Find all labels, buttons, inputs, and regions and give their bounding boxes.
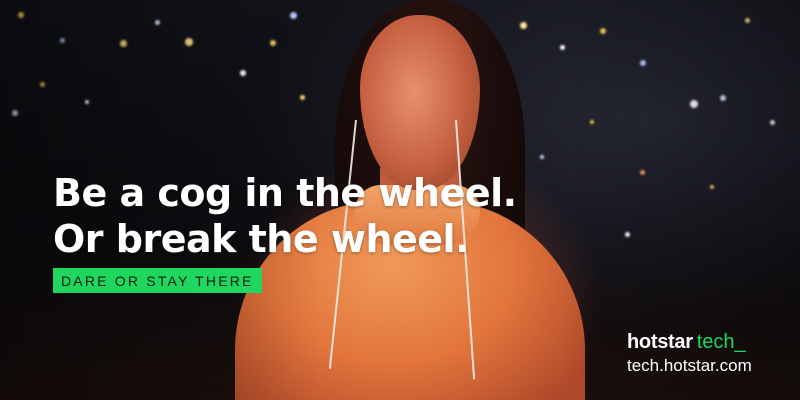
logo-suffix: tech <box>696 331 735 353</box>
hotstar-tech-logo: hotstar tech _ <box>627 331 752 354</box>
headline-line-2: Or break the wheel. <box>53 217 470 261</box>
headline: Be a cog in the wheel. Or break the whee… <box>53 170 517 262</box>
logo-wordmark: hotstar <box>627 331 693 353</box>
tagline-text: DARE OR STAY THERE <box>61 272 254 289</box>
brand-url: tech.hotstar.com <box>627 356 752 375</box>
headline-line-1: Be a cog in the wheel. <box>53 171 517 215</box>
logo-cursor: _ <box>734 331 746 353</box>
brand-block: hotstar tech _ tech.hotstar.com <box>627 331 752 376</box>
ad-banner: Be a cog in the wheel. Or break the whee… <box>0 0 800 400</box>
tagline-badge: DARE OR STAY THERE <box>53 268 262 293</box>
